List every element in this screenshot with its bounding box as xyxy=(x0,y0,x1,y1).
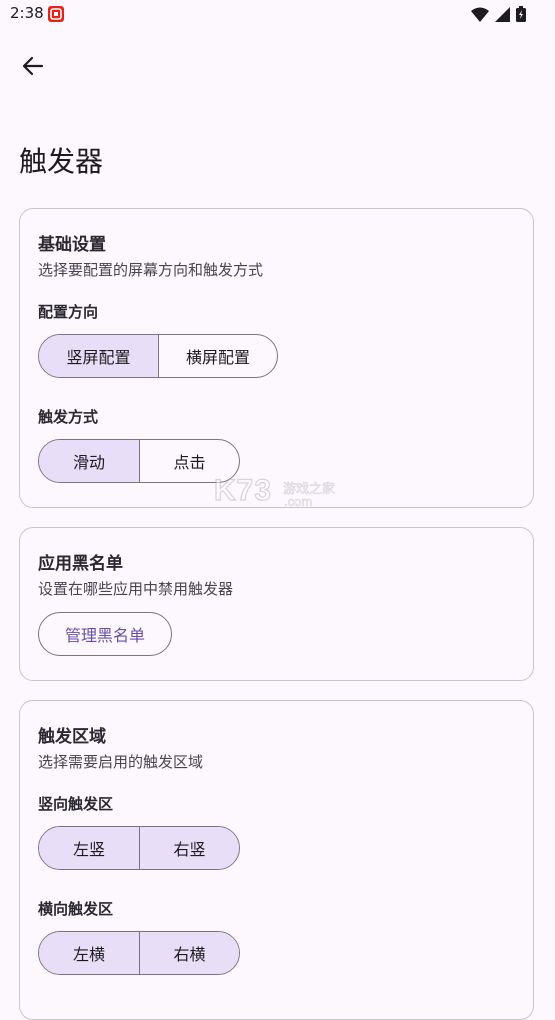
card-description: 选择要配置的屏幕方向和触发方式 xyxy=(38,261,264,279)
right-vertical-option[interactable]: 右竖 xyxy=(139,827,239,869)
orientation-label: 配置方向 xyxy=(38,303,99,321)
arrow-back-icon xyxy=(22,56,44,76)
back-button[interactable] xyxy=(14,47,52,85)
status-time: 2:38 xyxy=(10,4,44,22)
app-blacklist-card: 应用黑名单 设置在哪些应用中禁用触发器 管理黑名单 xyxy=(19,527,534,681)
right-horizontal-option[interactable]: 右横 xyxy=(139,932,239,974)
card-title: 触发区域 xyxy=(38,727,106,747)
card-description: 选择需要启用的触发区域 xyxy=(38,753,204,771)
left-vertical-option[interactable]: 左竖 xyxy=(39,827,139,869)
notification-app-icon xyxy=(48,6,64,22)
battery-icon xyxy=(516,6,526,22)
card-description: 设置在哪些应用中禁用触发器 xyxy=(38,580,234,598)
basic-settings-card: 基础设置 选择要配置的屏幕方向和触发方式 配置方向 竖屏配置 横屏配置 触发方式… xyxy=(19,208,534,508)
swipe-option[interactable]: 滑动 xyxy=(39,440,139,482)
page-title: 触发器 xyxy=(19,145,104,178)
card-title: 基础设置 xyxy=(38,235,106,255)
horizontal-zone-segmented-control: 左横 右横 xyxy=(38,931,240,975)
card-title: 应用黑名单 xyxy=(38,554,123,574)
trigger-mode-label: 触发方式 xyxy=(38,408,99,426)
orientation-segmented-control: 竖屏配置 横屏配置 xyxy=(38,334,278,378)
horizontal-zone-label: 横向触发区 xyxy=(38,900,114,918)
vertical-zone-segmented-control: 左竖 右竖 xyxy=(38,826,240,870)
vertical-zone-label: 竖向触发区 xyxy=(38,795,114,813)
landscape-config-option[interactable]: 横屏配置 xyxy=(158,335,277,377)
manage-blacklist-button[interactable]: 管理黑名单 xyxy=(38,612,173,656)
wifi-icon xyxy=(471,7,489,22)
signal-icon xyxy=(495,6,510,22)
watermark-brand: K73 xyxy=(213,473,273,507)
trigger-zones-card: 触发区域 选择需要启用的触发区域 竖向触发区 左竖 右竖 横向触发区 左横 右横 xyxy=(19,700,534,1020)
left-horizontal-option[interactable]: 左横 xyxy=(39,932,139,974)
status-bar: 2:38 xyxy=(0,0,555,30)
portrait-config-option[interactable]: 竖屏配置 xyxy=(39,335,158,377)
k73-watermark-logo: K73 游戏之家 .com xyxy=(213,473,344,514)
watermark-domain: .com xyxy=(284,494,313,510)
trigger-mode-segmented-control: 滑动 点击 xyxy=(38,439,240,483)
